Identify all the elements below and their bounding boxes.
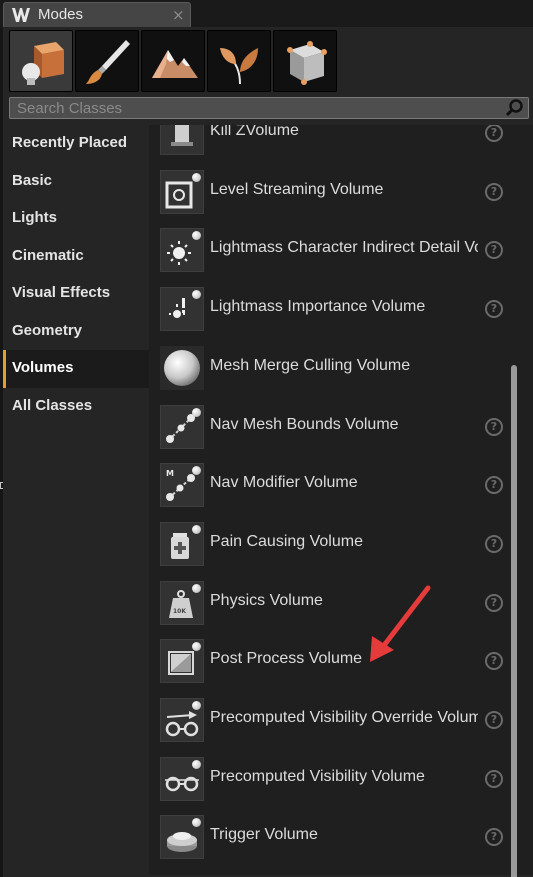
list-item[interactable]: Trigger Volume ?	[149, 808, 517, 867]
place-mode-button[interactable]	[9, 30, 73, 92]
help-icon[interactable]: ?	[485, 476, 503, 495]
item-label: Pain Causing Volume	[210, 532, 363, 550]
geometry-cube-icon	[287, 41, 327, 85]
help-icon[interactable]: ?	[485, 300, 503, 319]
paintbrush-icon	[86, 40, 130, 84]
annotation-arrow-icon	[370, 585, 431, 662]
leaf-icon	[220, 48, 258, 85]
search-input[interactable]	[10, 98, 498, 118]
help-icon[interactable]: ?	[485, 534, 503, 553]
list-item[interactable]: Pain Causing Volume ?	[149, 515, 517, 574]
category-visual-effects[interactable]: Visual Effects	[3, 275, 149, 313]
tab-title: Modes	[38, 6, 84, 23]
svg-text:10K: 10K	[173, 608, 186, 615]
nav-modifier-icon: M	[160, 463, 204, 508]
item-label: Precomputed Visibility Override Volume	[210, 709, 478, 726]
list-item[interactable]: Post Process Volume ?	[149, 632, 517, 691]
visibility-override-icon	[160, 698, 204, 742]
item-label: Precomputed Visibility Volume	[210, 767, 425, 785]
item-label: Lightmass Character Indirect Detail Volu…	[210, 239, 478, 257]
list-item[interactable]: Kill ZVolume ?	[149, 125, 517, 163]
category-basic[interactable]: Basic	[3, 163, 149, 201]
item-label: Level Streaming Volume	[210, 180, 384, 198]
help-icon[interactable]: ?	[485, 828, 503, 847]
list-item[interactable]: Precomputed Visibility Override Volume ?	[149, 691, 517, 750]
list-item[interactable]: Lightmass Importance Volume ?	[149, 280, 517, 339]
help-icon[interactable]: ?	[485, 241, 503, 260]
kill-z-volume-icon	[160, 125, 204, 155]
help-icon[interactable]: ?	[485, 711, 503, 729]
geometry-mode-button[interactable]	[273, 30, 337, 92]
help-icon[interactable]: ?	[485, 652, 503, 671]
list-item[interactable]: Precomputed Visibility Volume ?	[149, 750, 517, 809]
list-item[interactable]: Lightmass Character Indirect Detail Volu…	[149, 221, 517, 280]
class-item-list: Kill ZVolume ? Level Streaming Volume ? …	[149, 125, 533, 875]
scrollbar-thumb[interactable]	[511, 365, 517, 877]
title-bar: Modes ×	[0, 0, 533, 28]
list-item[interactable]: Level Streaming Volume ?	[149, 163, 517, 222]
category-cinematic[interactable]: Cinematic	[3, 238, 149, 276]
landscape-mode-button[interactable]	[141, 30, 205, 92]
physics-weight-icon: 10K	[160, 580, 204, 625]
pain-causing-icon	[160, 521, 204, 566]
item-label: Nav Modifier Volume	[210, 474, 358, 492]
list-item[interactable]: Nav Mesh Bounds Volume ?	[149, 398, 517, 457]
paint-mode-button[interactable]	[75, 30, 139, 92]
item-label: Kill ZVolume	[210, 125, 299, 139]
mountain-icon	[152, 50, 198, 78]
item-label: Nav Mesh Bounds Volume	[210, 415, 399, 433]
help-icon[interactable]: ?	[485, 125, 503, 142]
list-item[interactable]: Mesh Merge Culling Volume	[149, 339, 517, 398]
item-label: Mesh Merge Culling Volume	[210, 356, 411, 374]
scrollbar-track[interactable]	[515, 125, 533, 875]
foliage-mode-button[interactable]	[207, 30, 271, 92]
category-recently-placed[interactable]: Recently Placed	[3, 125, 149, 163]
lightmass-sun-icon	[160, 228, 204, 273]
svg-text:M: M	[166, 469, 174, 478]
category-lights[interactable]: Lights	[3, 200, 149, 238]
help-icon[interactable]: ?	[485, 417, 503, 436]
item-label: Lightmass Importance Volume	[210, 298, 426, 316]
category-geometry[interactable]: Geometry	[3, 313, 149, 351]
modes-panel: Recently Placed Basic Lights Cinematic V…	[3, 27, 533, 877]
visibility-glasses-icon	[160, 756, 204, 801]
placement-cube-icon	[22, 42, 64, 85]
help-icon[interactable]: ?	[485, 182, 503, 201]
nav-mesh-icon	[160, 404, 204, 449]
close-icon[interactable]: ×	[172, 6, 185, 24]
help-icon[interactable]: ?	[485, 593, 503, 612]
trigger-button-icon	[160, 815, 204, 860]
modes-logo-icon	[12, 8, 30, 22]
level-streaming-icon	[160, 169, 204, 214]
help-icon[interactable]: ?	[485, 769, 503, 788]
search-box	[9, 97, 529, 119]
category-list: Recently Placed Basic Lights Cinematic V…	[3, 125, 149, 877]
item-label: Trigger Volume	[210, 826, 318, 844]
modes-tab[interactable]: Modes ×	[3, 2, 191, 27]
post-process-icon	[160, 639, 204, 684]
category-volumes[interactable]: Volumes	[3, 350, 149, 388]
lightmass-importance-icon	[160, 287, 204, 332]
list-item[interactable]: M Nav Modifier Volume ?	[149, 456, 517, 515]
sphere-icon	[160, 345, 204, 390]
search-icon[interactable]	[505, 99, 525, 117]
list-item[interactable]: 10K Physics Volume ?	[149, 574, 517, 633]
category-all-classes[interactable]: All Classes	[3, 388, 149, 426]
